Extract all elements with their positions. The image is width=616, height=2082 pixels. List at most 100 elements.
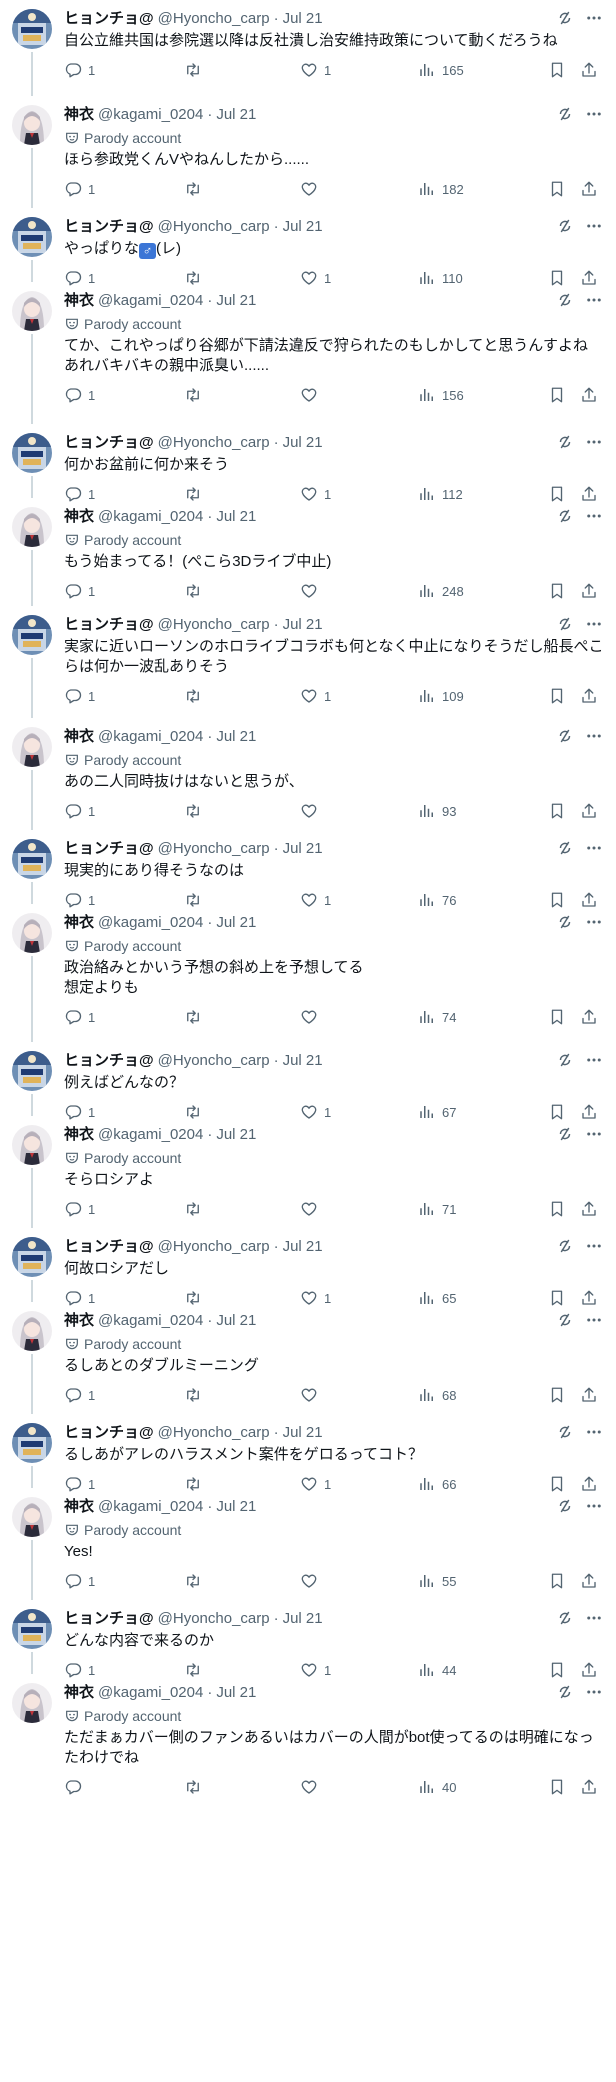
retweet-button[interactable] bbox=[183, 1200, 209, 1218]
display-name[interactable]: 神衣 bbox=[64, 105, 94, 125]
like-button[interactable] bbox=[300, 180, 324, 198]
like-button[interactable] bbox=[300, 1572, 324, 1590]
grok-icon[interactable] bbox=[556, 1051, 574, 1069]
tweet[interactable]: 神衣 @kagami_0204 · Jul 21 Parody account … bbox=[0, 282, 616, 424]
grok-icon[interactable] bbox=[556, 433, 574, 451]
display-name[interactable]: 神衣 bbox=[64, 913, 94, 933]
avatar-kagami[interactable] bbox=[12, 1125, 52, 1165]
grok-icon[interactable] bbox=[556, 1423, 574, 1441]
bookmark-button[interactable] bbox=[548, 1386, 566, 1404]
tweet[interactable]: ヒョンチョ@ @Hyoncho_carp · Jul 21 現実的にあり得そうな… bbox=[0, 830, 616, 908]
grok-icon[interactable] bbox=[556, 1683, 574, 1701]
tweet-date[interactable]: Jul 21 bbox=[283, 1423, 323, 1443]
more-icon[interactable] bbox=[584, 913, 604, 931]
views-button[interactable]: 156 bbox=[418, 386, 464, 404]
bookmark-button[interactable] bbox=[548, 1008, 566, 1026]
reply-button[interactable]: 1 bbox=[64, 61, 95, 79]
grok-icon[interactable] bbox=[556, 1237, 574, 1255]
bookmark-button[interactable] bbox=[548, 1778, 566, 1796]
tweet[interactable]: ヒョンチョ@ @Hyoncho_carp · Jul 21 何故ロシアだし 1 … bbox=[0, 1228, 616, 1306]
bookmark-button[interactable] bbox=[548, 1572, 566, 1590]
tweet-date[interactable]: Jul 21 bbox=[283, 1237, 323, 1257]
views-button[interactable]: 93 bbox=[418, 802, 456, 820]
display-name[interactable]: 神衣 bbox=[64, 1683, 94, 1703]
reply-button[interactable] bbox=[64, 1778, 88, 1796]
views-button[interactable]: 109 bbox=[418, 687, 464, 705]
like-button[interactable]: 1 bbox=[300, 687, 331, 705]
more-icon[interactable] bbox=[584, 1683, 604, 1701]
display-name[interactable]: ヒョンチョ@ bbox=[64, 217, 154, 237]
reply-button[interactable]: 1 bbox=[64, 1008, 95, 1026]
share-button[interactable] bbox=[580, 802, 598, 820]
tweet-date[interactable]: Jul 21 bbox=[216, 1311, 256, 1331]
more-icon[interactable] bbox=[584, 217, 604, 235]
tweet[interactable]: 神衣 @kagami_0204 · Jul 21 Parody account … bbox=[0, 1674, 616, 1812]
tweet[interactable]: ヒョンチョ@ @Hyoncho_carp · Jul 21 るしあがアレのハラス… bbox=[0, 1414, 616, 1492]
display-name[interactable]: ヒョンチョ@ bbox=[64, 433, 154, 453]
more-icon[interactable] bbox=[584, 291, 604, 309]
display-name[interactable]: 神衣 bbox=[64, 727, 94, 747]
bookmark-button[interactable] bbox=[548, 61, 566, 79]
tweet-date[interactable]: Jul 21 bbox=[283, 217, 323, 237]
user-handle[interactable]: @Hyoncho_carp bbox=[158, 615, 270, 635]
avatar-kagami[interactable] bbox=[12, 913, 52, 953]
avatar-kagami[interactable] bbox=[12, 727, 52, 767]
user-handle[interactable]: @kagami_0204 bbox=[98, 507, 203, 527]
display-name[interactable]: 神衣 bbox=[64, 1311, 94, 1331]
tweet[interactable]: ヒョンチョ@ @Hyoncho_carp · Jul 21 例えばどんなの？ 1… bbox=[0, 1042, 616, 1120]
avatar-kagami[interactable] bbox=[12, 507, 52, 547]
avatar-kagami[interactable] bbox=[12, 1311, 52, 1351]
tweet-date[interactable]: Jul 21 bbox=[283, 433, 323, 453]
tweet[interactable]: ヒョンチョ@ @Hyoncho_carp · Jul 21 やっぱりな ♂ (レ) bbox=[0, 208, 616, 286]
bookmark-button[interactable] bbox=[548, 180, 566, 198]
views-button[interactable]: 182 bbox=[418, 180, 464, 198]
bookmark-button[interactable] bbox=[548, 802, 566, 820]
user-handle[interactable]: @kagami_0204 bbox=[98, 1497, 203, 1517]
tweet-date[interactable]: Jul 21 bbox=[216, 507, 256, 527]
more-icon[interactable] bbox=[584, 105, 604, 123]
views-button[interactable]: 248 bbox=[418, 582, 464, 600]
tweet-date[interactable]: Jul 21 bbox=[283, 839, 323, 859]
like-button[interactable] bbox=[300, 802, 324, 820]
more-icon[interactable] bbox=[584, 1051, 604, 1069]
like-button[interactable] bbox=[300, 1778, 324, 1796]
display-name[interactable]: ヒョンチョ@ bbox=[64, 839, 154, 859]
tweet[interactable]: 神衣 @kagami_0204 · Jul 21 Parody account … bbox=[0, 96, 616, 208]
avatar-kagami[interactable] bbox=[12, 105, 52, 145]
like-button[interactable] bbox=[300, 1200, 324, 1218]
like-button[interactable] bbox=[300, 582, 324, 600]
user-handle[interactable]: @Hyoncho_carp bbox=[158, 1609, 270, 1629]
more-icon[interactable] bbox=[584, 1423, 604, 1441]
more-icon[interactable] bbox=[584, 1609, 604, 1627]
bookmark-button[interactable] bbox=[548, 1200, 566, 1218]
more-icon[interactable] bbox=[584, 9, 604, 27]
share-button[interactable] bbox=[580, 1572, 598, 1590]
tweet[interactable]: 神衣 @kagami_0204 · Jul 21 Parody account … bbox=[0, 718, 616, 830]
display-name[interactable]: ヒョンチョ@ bbox=[64, 1237, 154, 1257]
views-button[interactable]: 71 bbox=[418, 1200, 456, 1218]
user-handle[interactable]: @kagami_0204 bbox=[98, 913, 203, 933]
avatar-hyoncho[interactable] bbox=[12, 1423, 52, 1463]
user-handle[interactable]: @kagami_0204 bbox=[98, 1683, 203, 1703]
share-button[interactable] bbox=[580, 1386, 598, 1404]
grok-icon[interactable] bbox=[556, 839, 574, 857]
reply-button[interactable]: 1 bbox=[64, 802, 95, 820]
bookmark-button[interactable] bbox=[548, 687, 566, 705]
user-handle[interactable]: @kagami_0204 bbox=[98, 1311, 203, 1331]
reply-button[interactable]: 1 bbox=[64, 687, 95, 705]
reply-button[interactable]: 1 bbox=[64, 1200, 95, 1218]
tweet[interactable]: 神衣 @kagami_0204 · Jul 21 Parody account … bbox=[0, 904, 616, 1042]
share-button[interactable] bbox=[580, 1778, 598, 1796]
bookmark-button[interactable] bbox=[548, 386, 566, 404]
tweet-date[interactable]: Jul 21 bbox=[216, 1683, 256, 1703]
share-button[interactable] bbox=[580, 386, 598, 404]
tweet[interactable]: ヒョンチョ@ @Hyoncho_carp · Jul 21 どんな内容で来るのか bbox=[0, 1600, 616, 1678]
display-name[interactable]: 神衣 bbox=[64, 1497, 94, 1517]
reply-button[interactable]: 1 bbox=[64, 386, 95, 404]
display-name[interactable]: 神衣 bbox=[64, 507, 94, 527]
share-button[interactable] bbox=[580, 1200, 598, 1218]
user-handle[interactable]: @Hyoncho_carp bbox=[158, 217, 270, 237]
avatar-hyoncho[interactable] bbox=[12, 839, 52, 879]
avatar-kagami[interactable] bbox=[12, 1683, 52, 1723]
user-handle[interactable]: @Hyoncho_carp bbox=[158, 1051, 270, 1071]
